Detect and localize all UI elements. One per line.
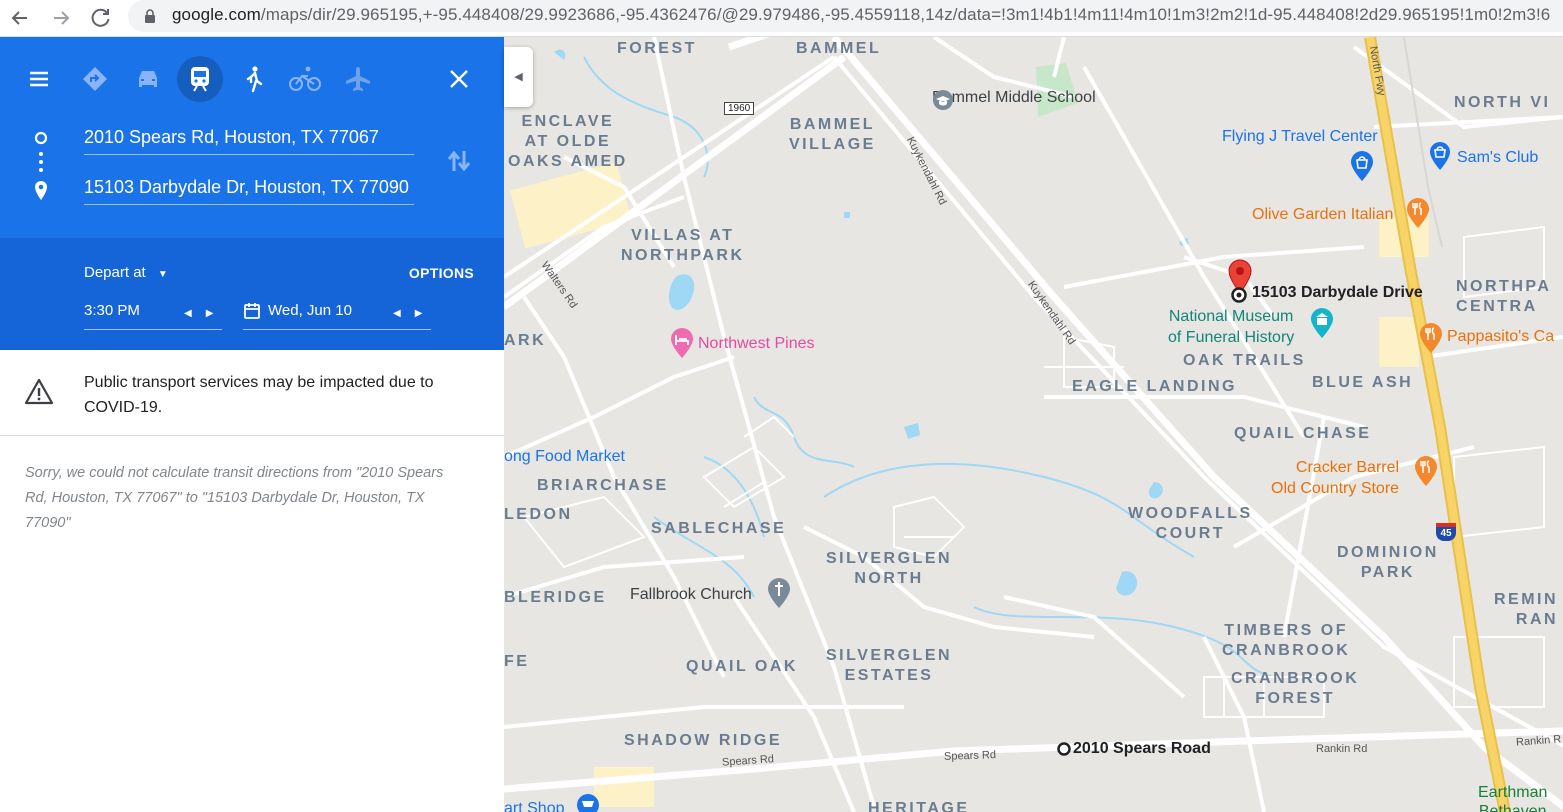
flights-mode-icon[interactable]: [341, 62, 375, 96]
neighborhood-label: BAMMEL: [796, 40, 882, 57]
poi-school[interactable]: Bammel Middle School: [932, 89, 1096, 110]
shopping-pin-icon: [1430, 142, 1450, 170]
calendar-icon: [244, 303, 260, 319]
depart-at-dropdown[interactable]: Depart at ▼: [84, 264, 168, 281]
transit-mode-icon[interactable]: [177, 56, 223, 102]
neighborhood-label: ENCLAVE AT OLDE OAKS AMED: [508, 113, 628, 170]
directions-header: 2010 Spears Rd, Houston, TX 77067 15103 …: [0, 37, 504, 238]
walking-mode-icon[interactable]: [237, 62, 271, 96]
depart-section: Depart at ▼ OPTIONS 3:30 PM ◀▶ Wed, Jun …: [0, 238, 504, 350]
neighborhood-label: OAK TRAILS: [1183, 352, 1306, 369]
neighborhood-label: BAMMEL VILLAGE: [789, 116, 876, 153]
caret-left-icon: ◀: [514, 71, 523, 83]
neighborhood-label: FE: [504, 653, 530, 670]
poi-sams-club[interactable]: Sam's Club: [1457, 149, 1538, 167]
directions-panel: 2010 Spears Rd, Houston, TX 77067 15103 …: [0, 37, 504, 812]
restaurant-pin-icon: [1415, 456, 1437, 486]
neighborhood-label: HERITAGE: [868, 800, 970, 812]
menu-icon[interactable]: [22, 62, 56, 96]
warning-icon: [24, 378, 54, 405]
neighborhood-label: WOODFALLS COURT: [1128, 505, 1253, 542]
church-pin-icon: [768, 578, 790, 608]
best-route-mode-icon[interactable]: [78, 62, 112, 96]
date-stepper-arrows-icon[interactable]: ◀▶: [393, 308, 436, 319]
neighborhood-label: TIMBERS OF CRANBROOK: [1222, 622, 1351, 659]
neighborhood-label: FOREST: [617, 40, 697, 57]
poi-northwest-pines[interactable]: Northwest Pines: [698, 335, 815, 353]
museum-pin-icon: [1311, 308, 1333, 338]
highway-shield: 1960: [724, 102, 755, 115]
poi-museum[interactable]: National Museum of Funeral History: [1168, 306, 1294, 348]
neighborhood-label: CRANBROOK FOREST: [1231, 670, 1360, 707]
hotel-pin-icon: [671, 328, 693, 358]
destination-marker-label[interactable]: 15103 Darbydale Drive: [1252, 284, 1423, 302]
neighborhood-label: QUAIL CHASE: [1234, 425, 1372, 442]
neighborhood-label: ARK: [504, 332, 547, 349]
poi-olive-garden[interactable]: Olive Garden Italian: [1252, 206, 1393, 224]
restaurant-pin-icon: [1407, 198, 1429, 228]
road-label: Rankin Rd: [1316, 743, 1368, 755]
neighborhood-label: VILLAS AT NORTHPARK: [621, 227, 745, 264]
poi-food-market[interactable]: ong Food Market: [504, 448, 625, 466]
close-icon[interactable]: [442, 62, 476, 96]
options-button[interactable]: OPTIONS: [409, 265, 474, 281]
neighborhood-label: BLUE ASH: [1312, 374, 1414, 391]
covid-notice-text: Public transport services may be impacte…: [84, 374, 434, 416]
address-bar[interactable]: google.com/maps/dir/29.965195,+-95.44840…: [128, 0, 1563, 32]
neighborhood-label: BLERIDGE: [504, 589, 607, 606]
map-canvas[interactable]: FOREST BAMMEL ENCLAVE AT OLDE OAKS AMED …: [504, 37, 1563, 812]
origin-input[interactable]: 2010 Spears Rd, Houston, TX 77067: [84, 127, 414, 155]
driving-mode-icon[interactable]: [131, 62, 165, 96]
neighborhood-label: QUAIL OAK: [686, 658, 798, 675]
reload-icon[interactable]: [87, 4, 115, 32]
shopping-pin-icon: [1351, 151, 1373, 181]
road-label: Spears Rd: [943, 749, 997, 763]
poi-flying-j[interactable]: Flying J Travel Center: [1222, 128, 1378, 146]
cart-pin-icon: [577, 794, 599, 812]
neighborhood-label: SILVERGLEN ESTATES: [826, 647, 953, 684]
school-icon: [933, 90, 953, 110]
neighborhood-label: LEDON: [504, 506, 573, 523]
forward-arrow-icon[interactable]: [47, 4, 75, 32]
url-text: google.com/maps/dir/29.965195,+-95.44840…: [172, 5, 1551, 24]
cycling-mode-icon[interactable]: [288, 62, 322, 96]
destination-input[interactable]: 15103 Darbydale Dr, Houston, TX 77090: [84, 177, 414, 205]
origin-marker-label[interactable]: 2010 Spears Road: [1073, 740, 1211, 758]
covid-notice: Public transport services may be impacte…: [0, 350, 504, 436]
poi-pappasitos[interactable]: Pappasito's Ca: [1447, 328, 1554, 346]
interstate-shield: 45: [1436, 523, 1456, 541]
route-dots-icon: [34, 131, 48, 200]
poi-cracker-barrel[interactable]: Cracker Barrel Old Country Store: [1271, 457, 1399, 499]
neighborhood-label: SHADOW RIDGE: [624, 732, 782, 749]
neighborhood-label: NORTHPA CENTRA: [1456, 278, 1552, 315]
time-stepper-arrows-icon[interactable]: ◀▶: [184, 308, 227, 319]
date-picker[interactable]: Wed, Jun 10 ◀▶: [243, 302, 431, 330]
map-roads-layer: [504, 37, 1563, 812]
no-route-message: Sorry, we could not calculate transit di…: [25, 465, 444, 531]
swap-icon[interactable]: [446, 147, 472, 180]
back-arrow-icon[interactable]: [6, 4, 34, 32]
restaurant-pin-icon: [1420, 323, 1442, 353]
destination-dot-icon: [1231, 287, 1247, 303]
neighborhood-label: NORTH VI: [1454, 94, 1551, 111]
lock-icon: [145, 9, 155, 23]
dropdown-caret-icon: ▼: [157, 269, 168, 280]
neighborhood-label: EAGLE LANDING: [1072, 378, 1237, 395]
poi-fallbrook-church[interactable]: Fallbrook Church: [630, 586, 752, 604]
neighborhood-label: BRIARCHASE: [537, 477, 669, 494]
collapse-panel-button[interactable]: ◀: [504, 47, 533, 107]
neighborhood-label: REMIN RAN: [1494, 591, 1559, 628]
origin-dot-icon[interactable]: [1056, 741, 1072, 757]
neighborhood-label: SABLECHASE: [651, 520, 787, 537]
poi-earthman[interactable]: Earthman Bethaven: [1478, 783, 1547, 812]
poi-art-shop[interactable]: art Shop: [504, 800, 564, 812]
time-picker[interactable]: 3:30 PM ◀▶: [84, 302, 222, 330]
browser-toolbar: google.com/maps/dir/29.965195,+-95.44840…: [0, 0, 1563, 37]
neighborhood-label: DOMINION PARK: [1337, 544, 1439, 581]
neighborhood-label: SILVERGLEN NORTH: [826, 550, 953, 587]
